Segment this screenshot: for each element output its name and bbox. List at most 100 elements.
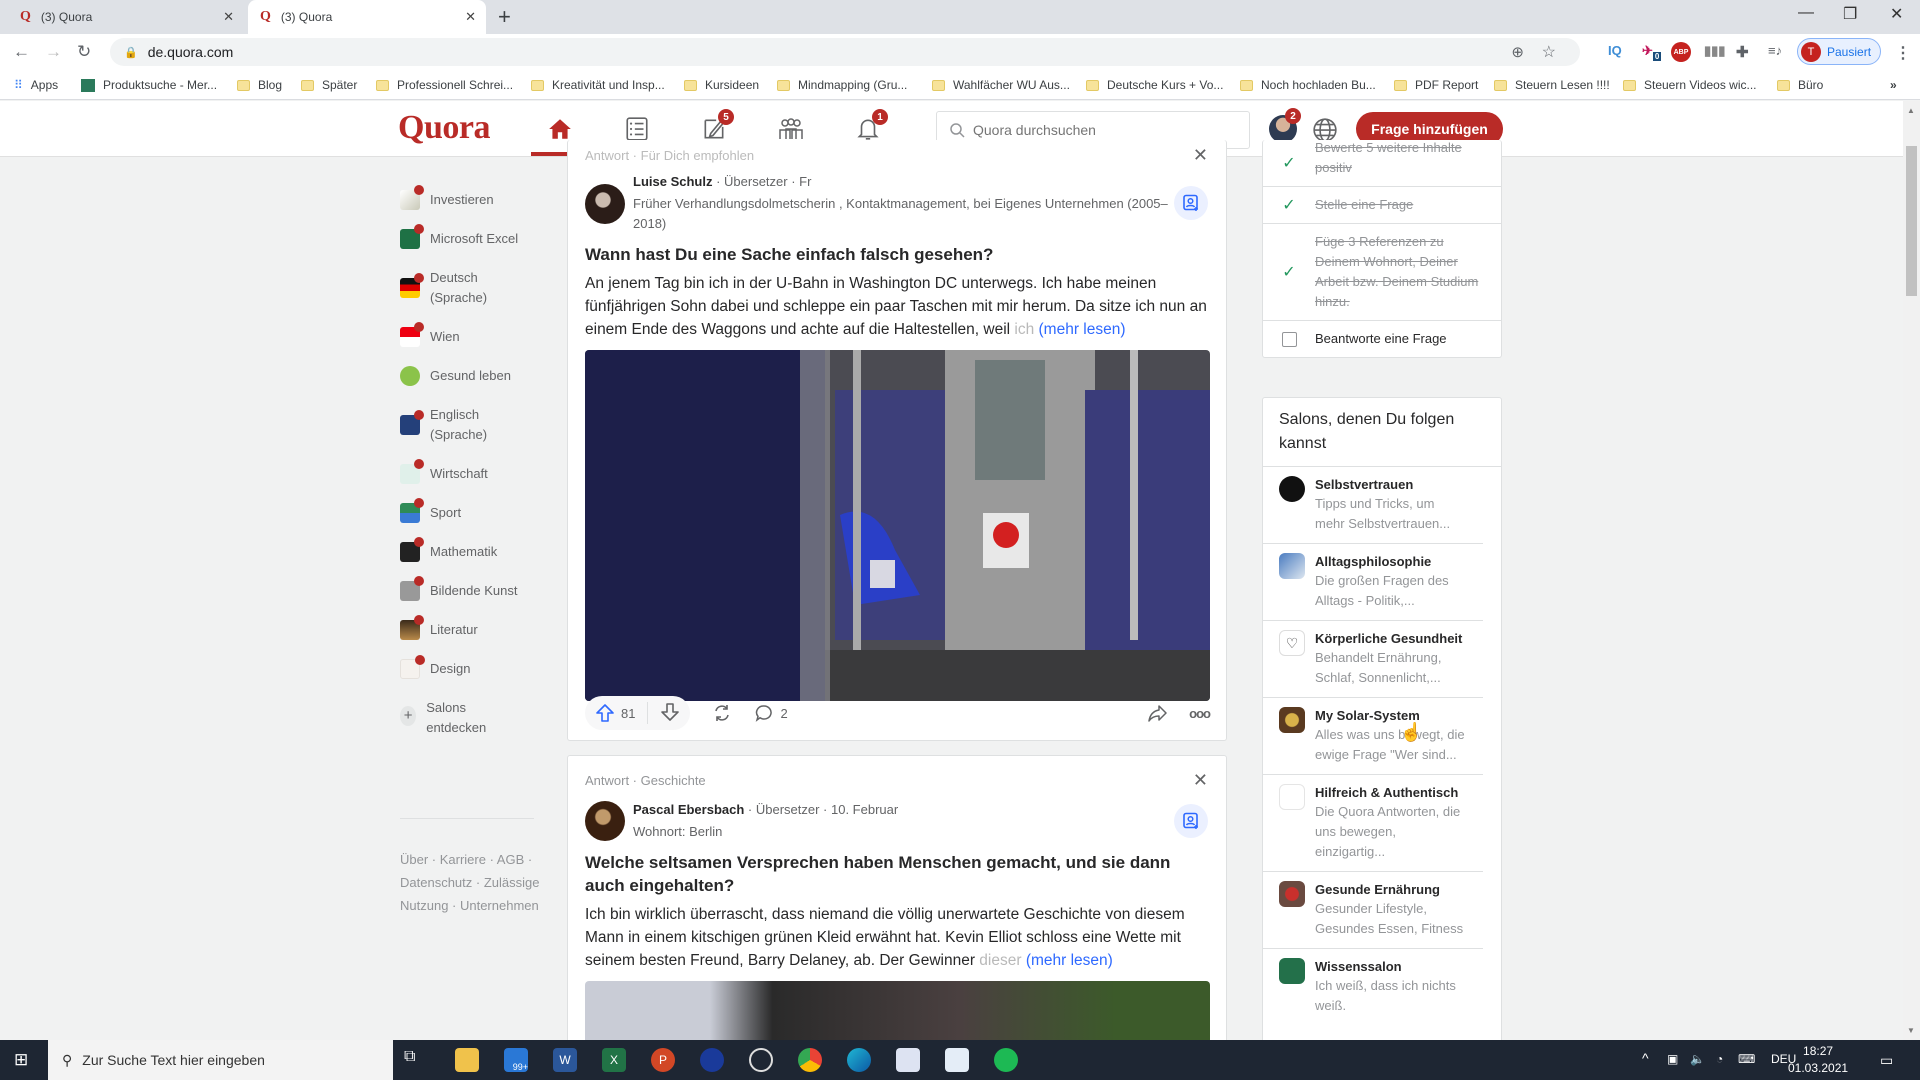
- sidebar-item-investieren[interactable]: Investieren: [400, 185, 535, 210]
- author-name[interactable]: Pascal Ebersbach: [633, 802, 744, 817]
- task-item-open[interactable]: Beantworte eine Frage: [1263, 321, 1501, 357]
- minimize-button[interactable]: —: [1798, 4, 1814, 22]
- question-title[interactable]: Wann hast Du eine Sache einfach falsch g…: [585, 243, 1210, 266]
- obs-icon[interactable]: [749, 1048, 773, 1072]
- sidebar-item-gesund-leben[interactable]: Gesund leben: [400, 366, 535, 386]
- bookmark-star-icon[interactable]: ☆: [1542, 42, 1556, 62]
- discover-spaces-link[interactable]: + Salons entdecken: [400, 698, 510, 738]
- footer-links[interactable]: Über · Karriere · AGB · Datenschutz · Zu…: [400, 848, 540, 917]
- bookmark-item[interactable]: Steuern Videos wic...: [1623, 78, 1757, 92]
- salon-item[interactable]: Gesunde Ernährung Gesunder Lifestyle, Ges…: [1263, 872, 1483, 949]
- app-icon[interactable]: [700, 1048, 724, 1072]
- more-options-button[interactable]: ooo: [1189, 706, 1211, 721]
- file-explorer-icon[interactable]: [455, 1048, 479, 1072]
- address-bar[interactable]: 🔒 de.quora.com ⊕ ☆: [110, 38, 1580, 66]
- sidebar-item-mathematik[interactable]: Mathematik: [400, 537, 535, 562]
- forward-button[interactable]: →: [45, 42, 62, 62]
- bookmark-item[interactable]: Blog: [237, 78, 282, 92]
- bookmark-item[interactable]: Deutsche Kurs + Vo...: [1086, 78, 1223, 92]
- comments-button[interactable]: 2: [754, 703, 788, 723]
- keyboard-icon[interactable]: ⌨: [1738, 1052, 1755, 1066]
- stats-extension-icon[interactable]: ▮▮▮: [1704, 43, 1725, 59]
- dismiss-card-button[interactable]: ✕: [1193, 770, 1208, 791]
- salon-item[interactable]: ♡ Körperliche Gesundheit Behandelt Ernähru…: [1263, 621, 1483, 698]
- extensions-puzzle-icon[interactable]: ✚: [1736, 43, 1749, 61]
- app-icon[interactable]: [896, 1048, 920, 1072]
- sidebar-item-design[interactable]: Design: [400, 655, 535, 679]
- back-button[interactable]: ←: [13, 42, 30, 62]
- system-clock[interactable]: 18:27 01.03.2021: [1788, 1043, 1848, 1077]
- author-avatar[interactable]: [585, 184, 625, 224]
- spotify-icon[interactable]: [994, 1048, 1018, 1072]
- bookmark-apps[interactable]: ⠿ Apps: [14, 78, 58, 92]
- taskbar-search[interactable]: ⚲ Zur Suche Text hier eingeben: [48, 1040, 393, 1080]
- salon-item[interactable]: Selbstvertrauen Tipps und Tricks, um mehr…: [1263, 467, 1483, 544]
- word-icon[interactable]: W: [553, 1048, 577, 1072]
- sidebar-item-wien[interactable]: Wien: [400, 322, 535, 347]
- close-tab-icon[interactable]: ✕: [465, 9, 476, 25]
- more-bookmarks-button[interactable]: »: [1890, 78, 1897, 92]
- media-control-icon[interactable]: ≡♪: [1768, 43, 1782, 58]
- chrome-menu-icon[interactable]: ⋮: [1895, 43, 1911, 63]
- scrollbar-thumb[interactable]: [1906, 146, 1917, 296]
- volume-icon[interactable]: 🔈: [1690, 1052, 1705, 1066]
- search-input[interactable]: [973, 122, 1233, 138]
- mail-icon[interactable]: 99+: [504, 1048, 528, 1072]
- profile-chip[interactable]: T Pausiert: [1797, 38, 1881, 65]
- checkbox[interactable]: [1263, 331, 1315, 347]
- share-reshare-button[interactable]: [712, 703, 732, 723]
- bookmark-item[interactable]: Produktsuche - Mer...: [81, 78, 217, 92]
- camera-icon[interactable]: ▣: [1667, 1052, 1678, 1066]
- bookmark-item[interactable]: Professionell Schrei...: [376, 78, 513, 92]
- read-more-link[interactable]: (mehr lesen): [1039, 321, 1126, 338]
- question-title[interactable]: Welche seltsamen Versprechen haben Mensc…: [585, 851, 1210, 897]
- bookmark-item[interactable]: Kreativität und Insp...: [531, 78, 665, 92]
- upvote-button[interactable]: 81: [595, 703, 635, 723]
- author-name[interactable]: Luise Schulz: [633, 174, 712, 189]
- tray-expand-icon[interactable]: ^: [1642, 1050, 1649, 1066]
- follow-author-button[interactable]: [1174, 186, 1208, 220]
- task-view-icon[interactable]: ⧉: [404, 1048, 428, 1072]
- salon-item[interactable]: Hilfreich & Authentisch Die Quora Antwort…: [1263, 775, 1483, 872]
- answer-preview[interactable]: Ich bin wirklich überrascht, dass nieman…: [585, 903, 1210, 972]
- notification-center-icon[interactable]: ▭: [1880, 1052, 1893, 1069]
- quora-logo[interactable]: Quora: [398, 109, 490, 147]
- new-tab-button[interactable]: +: [498, 4, 511, 30]
- read-more-link[interactable]: (mehr lesen): [1026, 952, 1113, 969]
- close-tab-icon[interactable]: ✕: [223, 9, 234, 25]
- powerpoint-icon[interactable]: P: [651, 1048, 675, 1072]
- bookmark-item[interactable]: PDF Report: [1394, 78, 1478, 92]
- sidebar-item-sport[interactable]: Sport: [400, 498, 535, 523]
- app-icon[interactable]: [945, 1048, 969, 1072]
- answer-image[interactable]: [585, 350, 1210, 701]
- bookmark-item[interactable]: Büro: [1777, 78, 1823, 92]
- answer-preview[interactable]: An jenem Tag bin ich in der U-Bahn in Wa…: [585, 272, 1210, 341]
- zoom-icon[interactable]: ⊕: [1511, 43, 1524, 61]
- reload-button[interactable]: ↻: [77, 42, 91, 62]
- sidebar-item-literatur[interactable]: Literatur: [400, 615, 535, 640]
- sidebar-item-wirtschaft[interactable]: Wirtschaft: [400, 459, 535, 484]
- wifi-icon[interactable]: ◔: [1716, 1052, 1723, 1066]
- downvote-button[interactable]: [660, 702, 680, 725]
- page-scrollbar[interactable]: ▲ ▼: [1903, 101, 1920, 1040]
- bookmark-item[interactable]: Später: [301, 78, 357, 92]
- browser-tab-active[interactable]: Q (3) Quora ✕: [248, 0, 486, 34]
- edge-icon[interactable]: [847, 1048, 871, 1072]
- dismiss-card-button[interactable]: ✕: [1193, 145, 1208, 166]
- bird-extension-icon[interactable]: ✈ 0: [1642, 43, 1662, 61]
- share-button[interactable]: [1147, 703, 1167, 723]
- sidebar-item-excel[interactable]: Microsoft Excel: [400, 224, 535, 249]
- scroll-up-icon[interactable]: ▲: [1907, 106, 1915, 115]
- sidebar-item-bildende-kunst[interactable]: Bildende Kunst: [400, 576, 535, 601]
- user-avatar[interactable]: 2: [1269, 108, 1301, 143]
- iq-extension-icon[interactable]: IQ: [1608, 43, 1622, 58]
- salon-item[interactable]: My Solar-System Alles was uns bewegt, die…: [1263, 698, 1483, 775]
- close-window-button[interactable]: ✕: [1890, 4, 1903, 24]
- bookmark-item[interactable]: Wahlfächer WU Aus...: [932, 78, 1070, 92]
- browser-tab[interactable]: Q (3) Quora ✕: [8, 0, 244, 34]
- sidebar-item-deutsch[interactable]: Deutsch (Sprache): [400, 268, 535, 308]
- chrome-icon[interactable]: [798, 1048, 822, 1072]
- scroll-down-icon[interactable]: ▼: [1907, 1026, 1915, 1035]
- bookmark-item[interactable]: Noch hochladen Bu...: [1240, 78, 1376, 92]
- windows-start-icon[interactable]: ⊞: [14, 1050, 28, 1070]
